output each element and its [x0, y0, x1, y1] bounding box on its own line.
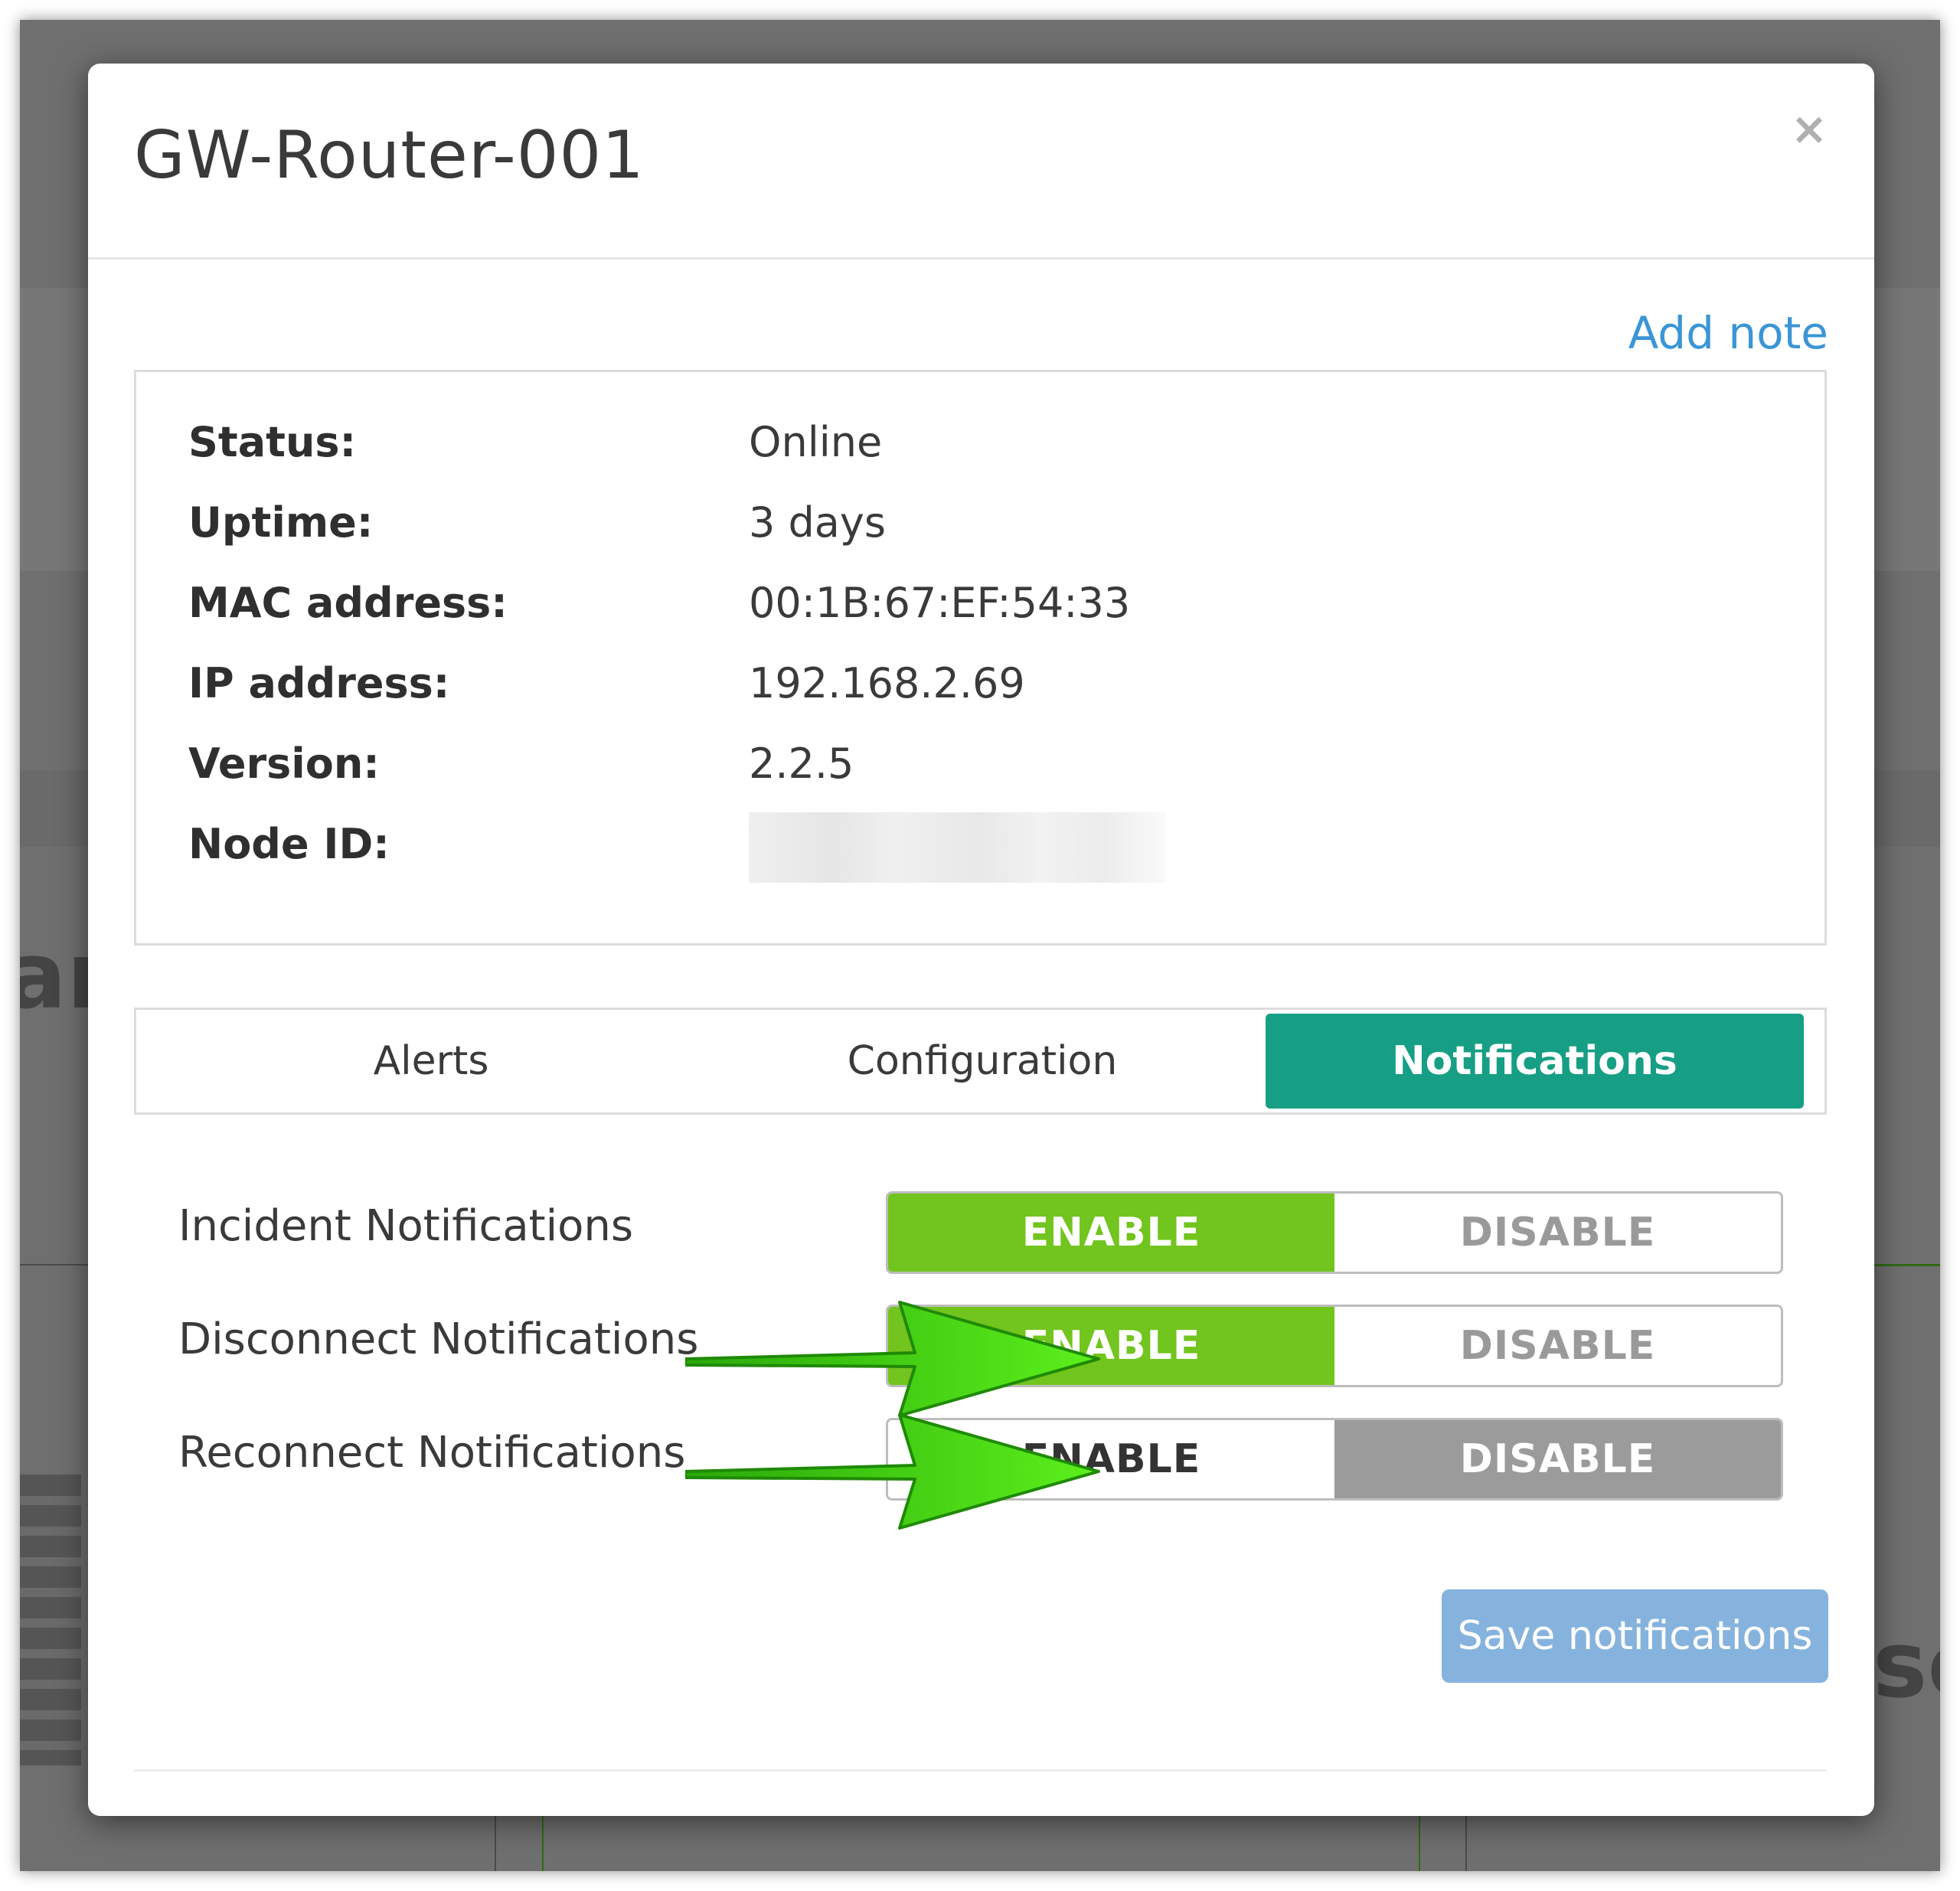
annotation-arrow-icon — [685, 1301, 1100, 1417]
background-partial-text: sc — [1873, 1612, 1940, 1719]
info-row-mac-address: MAC address: 00:1B:67:EF:54:33 — [188, 579, 1720, 640]
modal-header: GW-Router-001 × — [88, 64, 1874, 260]
tab-alerts[interactable]: Alerts — [136, 1014, 726, 1109]
info-value: 3 days — [749, 498, 886, 547]
info-value: 00:1B:67:EF:54:33 — [749, 579, 1131, 627]
info-label: MAC address: — [188, 579, 508, 627]
info-label: Node ID: — [188, 820, 390, 868]
info-row-uptime: Uptime: 3 days — [188, 498, 1720, 560]
info-label: IP address: — [188, 659, 450, 707]
info-row-node-id: Node ID: — [188, 812, 1720, 883]
modal-footer-divider — [134, 1769, 1827, 1772]
notification-row-incident: Incident Notifications ENABLE DISABLE — [88, 1191, 1874, 1285]
info-row-version: Version: 2.2.5 — [188, 740, 1720, 801]
close-icon[interactable]: × — [1786, 106, 1832, 152]
notification-label: Reconnect Notifications — [178, 1428, 686, 1478]
modal-title: GW-Router-001 — [134, 117, 645, 194]
device-info-panel: Status: Online Uptime: 3 days MAC addres… — [134, 370, 1827, 946]
save-notifications-button[interactable]: Save notifications — [1442, 1589, 1828, 1683]
incident-toggle: ENABLE DISABLE — [886, 1191, 1783, 1274]
tab-configuration[interactable]: Configuration — [688, 1014, 1277, 1109]
background-accent — [542, 1811, 544, 1871]
redacted-node-id — [749, 812, 1166, 883]
notification-label: Incident Notifications — [178, 1201, 634, 1251]
enable-button[interactable]: ENABLE — [888, 1194, 1334, 1272]
info-value: Online — [749, 418, 883, 466]
info-row-status: Status: Online — [188, 418, 1720, 479]
device-modal: GW-Router-001 × Add note Status: Online … — [88, 64, 1874, 1816]
info-label: Uptime: — [188, 498, 374, 547]
disable-button[interactable]: DISABLE — [1334, 1307, 1781, 1385]
background-divider — [495, 1811, 496, 1871]
info-label: Version: — [188, 740, 380, 788]
background-accent — [1873, 1264, 1940, 1266]
disable-button[interactable]: DISABLE — [1334, 1194, 1781, 1272]
info-row-ip-address: IP address: 192.168.2.69 — [188, 659, 1720, 720]
info-value: 2.2.5 — [749, 740, 854, 788]
disable-button[interactable]: DISABLE — [1334, 1420, 1781, 1498]
add-note-link[interactable]: Add note — [1628, 307, 1828, 359]
background-logo-fragment — [20, 1475, 81, 1765]
background-accent — [1419, 1811, 1420, 1871]
tab-bar: Alerts Configuration Notifications — [134, 1008, 1827, 1115]
notification-label: Disconnect Notifications — [178, 1315, 699, 1364]
info-value: 192.168.2.69 — [749, 659, 1025, 707]
tab-notifications[interactable]: Notifications — [1266, 1014, 1804, 1109]
info-label: Status: — [188, 418, 357, 466]
background-divider — [1465, 1811, 1467, 1871]
annotation-arrow-icon — [685, 1413, 1100, 1530]
